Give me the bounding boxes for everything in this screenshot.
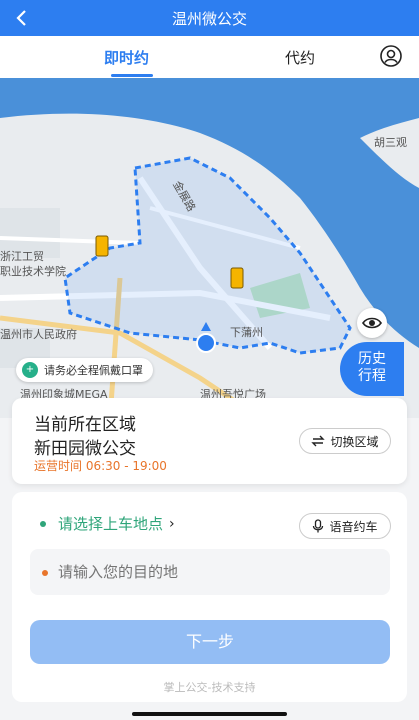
booking-panel: 请选择上车地点 › 语音约车 下一步 掌上公交-技术支持 xyxy=(12,492,407,702)
history-label-line2: 行程 xyxy=(358,368,386,384)
tab-proxy[interactable]: 代约 xyxy=(285,47,315,68)
area-card: 当前所在区域 新田园微公交 运营时间 06:30 - 19:00 切换区域 xyxy=(12,398,407,484)
voice-booking-label: 语音约车 xyxy=(329,519,378,534)
active-tab-indicator xyxy=(111,74,153,77)
history-label-line1: 历史 xyxy=(358,351,386,367)
switch-area-button[interactable]: 切换区域 xyxy=(299,428,391,454)
operating-hours: 运营时间 06:30 - 19:00 xyxy=(34,459,167,473)
microphone-icon xyxy=(313,519,324,533)
map-label-xia-pu: 下蒲州 xyxy=(230,326,263,339)
top-bar: 温州微公交 xyxy=(0,0,419,36)
switch-area-label: 切换区域 xyxy=(330,434,379,449)
shield-plus-icon: + xyxy=(22,362,38,378)
page-title: 温州微公交 xyxy=(171,10,247,28)
next-step-button[interactable]: 下一步 xyxy=(30,620,390,664)
pickup-label: 请选择上车地点 xyxy=(58,515,164,533)
map-label-zhejiang-2: 职业技术学院 xyxy=(0,265,66,278)
tech-support-footer: 掌上公交-技术支持 xyxy=(163,681,256,694)
map-label-gov: 温州市人民政府 xyxy=(0,328,77,341)
voice-booking-button[interactable]: 语音约车 xyxy=(299,513,391,539)
eye-icon[interactable] xyxy=(357,308,387,338)
history-trips-button[interactable]: 历史 行程 xyxy=(340,342,404,396)
mask-notice-text: 请务必全程佩戴口罩 xyxy=(44,364,143,377)
area-name: 新田园微公交 xyxy=(34,439,136,459)
destination-dot-icon xyxy=(42,570,48,576)
mask-notice: + 请务必全程佩戴口罩 xyxy=(16,358,153,382)
map-label-hu-san: 胡三观 xyxy=(374,136,407,149)
destination-input[interactable] xyxy=(30,549,390,595)
tab-bar: 即时约 代约 xyxy=(0,36,419,78)
home-indicator xyxy=(132,712,287,716)
pickup-location-selector[interactable]: 请选择上车地点 › xyxy=(40,513,175,534)
area-card-title: 当前所在区域 xyxy=(34,415,136,435)
swap-icon xyxy=(311,435,326,447)
bus-stop-marker[interactable] xyxy=(230,267,244,289)
map-label-zhejiang-1: 浙江工贸 xyxy=(0,250,44,263)
chevron-right-icon: › xyxy=(169,515,175,532)
pickup-dot-icon xyxy=(40,520,46,527)
tab-instant[interactable]: 即时约 xyxy=(104,47,149,68)
bus-stop-marker[interactable] xyxy=(95,235,109,257)
user-icon[interactable] xyxy=(380,45,402,67)
